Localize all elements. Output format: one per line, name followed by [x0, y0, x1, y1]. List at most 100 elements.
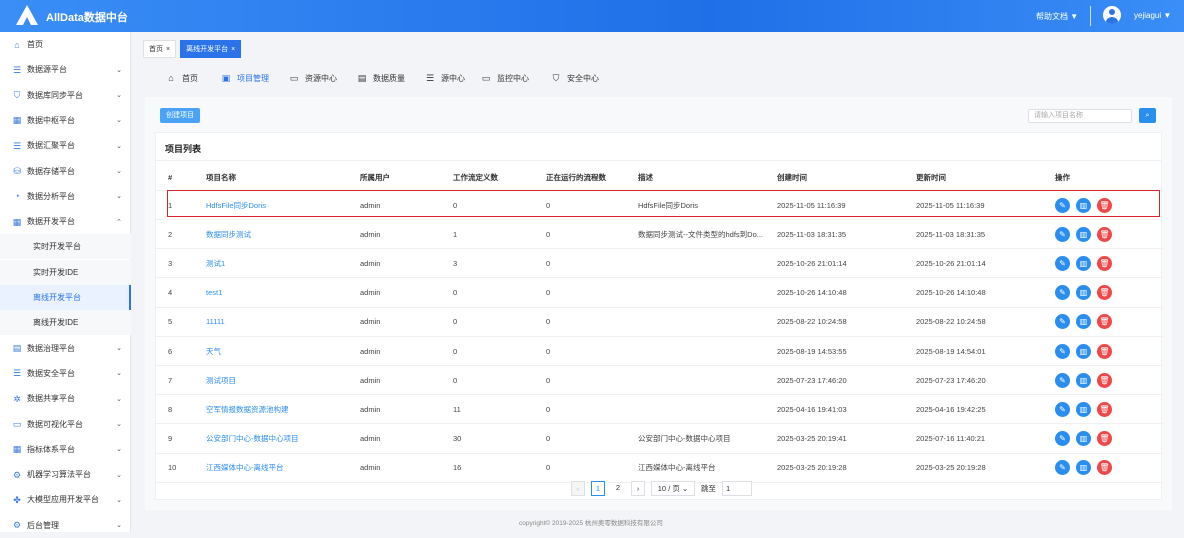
- edit-icon[interactable]: ✎: [1055, 227, 1070, 242]
- delete-icon[interactable]: 🗑: [1097, 460, 1112, 475]
- tag-label: 离线开发平台: [186, 44, 228, 54]
- sidebar-item[interactable]: ▦数据开发平台⌃: [0, 209, 131, 234]
- delete-icon[interactable]: 🗑: [1097, 402, 1112, 417]
- workflow-icon[interactable]: ▥: [1076, 373, 1091, 388]
- sidebar-item[interactable]: 离线开发平台: [0, 285, 131, 310]
- close-icon[interactable]: ×: [231, 46, 235, 53]
- delete-icon[interactable]: 🗑: [1097, 373, 1112, 388]
- project-name-link[interactable]: 测试项目: [206, 366, 236, 394]
- nav-tab[interactable]: ☰源中心: [425, 71, 481, 85]
- user-menu[interactable]: yejiagui ▼: [1134, 11, 1171, 20]
- chevron-icon: ⌄: [116, 344, 122, 352]
- table-cell: admin: [360, 454, 380, 482]
- edit-icon[interactable]: ✎: [1055, 344, 1070, 359]
- page-button[interactable]: 1: [591, 481, 605, 496]
- sidebar-item[interactable]: ⚙后台管理⌄: [0, 513, 131, 538]
- page-button[interactable]: 2: [611, 481, 625, 496]
- project-name-link[interactable]: 公安部门中心-数据中心项目: [206, 425, 299, 453]
- sidebar-item[interactable]: ⛁数据存储平台⌄: [0, 159, 131, 184]
- sidebar-item-label: 机器学习算法平台: [27, 469, 91, 480]
- sidebar-item[interactable]: ▤数据治理平台⌄: [0, 336, 131, 361]
- sidebar-item-label: 数据可视化平台: [27, 419, 83, 430]
- search-button[interactable]: ⌕: [1139, 108, 1156, 123]
- help-docs-menu[interactable]: 帮助文档 ▼: [1036, 11, 1078, 22]
- edit-icon[interactable]: ✎: [1055, 402, 1070, 417]
- create-project-button[interactable]: 创建项目: [160, 108, 200, 123]
- table-row: 9公安部门中心-数据中心项目admin300公安部门中心-数据中心项目2025-…: [156, 425, 1163, 454]
- project-name-link[interactable]: 测试1: [206, 249, 225, 277]
- table-row: 511111admin002025-08-22 10:24:582025-08-…: [156, 308, 1163, 337]
- edit-icon[interactable]: ✎: [1055, 314, 1070, 329]
- sidebar-item-label: 大模型应用开发平台: [27, 494, 99, 505]
- project-name-link[interactable]: 江西媒体中心-离线平台: [206, 454, 284, 482]
- table-cell: 2025-04-16 19:42:25: [916, 395, 986, 423]
- delete-icon[interactable]: 🗑: [1097, 344, 1112, 359]
- project-name-link[interactable]: 空军情报数据资源池构建: [206, 395, 289, 423]
- sidebar-item[interactable]: 实时开发IDE: [0, 260, 131, 285]
- nav-tab[interactable]: ▤数据质量: [357, 71, 425, 85]
- project-search-input[interactable]: 请输入项目名称: [1028, 109, 1132, 123]
- sidebar-item[interactable]: ✲数据共享平台⌄: [0, 386, 131, 411]
- workflow-icon[interactable]: ▥: [1076, 227, 1091, 242]
- nav-icon: ▣: [221, 73, 231, 84]
- nav-tab[interactable]: ⌂首页: [166, 71, 221, 85]
- sidebar-item[interactable]: ◔数据分析平台⌄: [0, 184, 131, 209]
- nav-tab[interactable]: ▣项目管理: [221, 71, 289, 85]
- edit-icon[interactable]: ✎: [1055, 256, 1070, 271]
- page-size-select[interactable]: 10 / 页 ⌄: [651, 481, 695, 496]
- avatar[interactable]: [1103, 6, 1121, 24]
- menu-icon: ▦: [12, 444, 22, 454]
- chevron-icon: ⌄: [116, 496, 122, 504]
- table-cell: 0: [546, 249, 550, 277]
- sidebar-item[interactable]: ⛉数据库同步平台⌄: [0, 83, 131, 108]
- delete-icon[interactable]: 🗑: [1097, 227, 1112, 242]
- jump-input[interactable]: 1: [722, 481, 752, 496]
- sidebar-item[interactable]: ▭数据可视化平台⌄: [0, 412, 131, 437]
- workflow-icon[interactable]: ▥: [1076, 344, 1091, 359]
- project-name-link[interactable]: test1: [206, 279, 222, 307]
- sidebar-item[interactable]: ☰数据汇聚平台⌄: [0, 133, 131, 158]
- project-name-link[interactable]: 数据同步测试: [206, 220, 251, 248]
- delete-icon[interactable]: 🗑: [1097, 314, 1112, 329]
- tag-1[interactable]: 离线开发平台×: [180, 40, 241, 58]
- menu-icon: ⛁: [12, 166, 22, 176]
- edit-icon[interactable]: ✎: [1055, 285, 1070, 300]
- chevron-icon: ⌄: [116, 369, 122, 377]
- edit-icon[interactable]: ✎: [1055, 460, 1070, 475]
- nav-tab-label: 安全中心: [567, 73, 599, 84]
- sidebar-item[interactable]: ▦数据中枢平台⌄: [0, 108, 131, 133]
- workflow-icon[interactable]: ▥: [1076, 402, 1091, 417]
- workflow-icon[interactable]: ▥: [1076, 285, 1091, 300]
- sidebar-item[interactable]: ☰数据安全平台⌄: [0, 361, 131, 386]
- card-title: 项目列表: [165, 142, 201, 155]
- next-page-button[interactable]: ›: [631, 481, 645, 496]
- sidebar-item[interactable]: 离线开发IDE: [0, 310, 131, 335]
- edit-icon[interactable]: ✎: [1055, 373, 1070, 388]
- delete-icon[interactable]: 🗑: [1097, 431, 1112, 446]
- nav-tab[interactable]: ▭监控中心: [481, 71, 551, 85]
- delete-icon[interactable]: 🗑: [1097, 285, 1112, 300]
- project-name-link[interactable]: 天气: [206, 337, 221, 365]
- nav-tab[interactable]: ⛉安全中心: [551, 71, 611, 85]
- workflow-icon[interactable]: ▥: [1076, 460, 1091, 475]
- tag-0[interactable]: 首页×: [143, 40, 176, 58]
- edit-icon[interactable]: ✎: [1055, 431, 1070, 446]
- sidebar-item[interactable]: 实时开发平台: [0, 234, 131, 259]
- sidebar-item[interactable]: ✤大模型应用开发平台⌄: [0, 487, 131, 512]
- workflow-icon[interactable]: ▥: [1076, 314, 1091, 329]
- workflow-icon[interactable]: ▥: [1076, 256, 1091, 271]
- nav-tab[interactable]: ▭资源中心: [289, 71, 357, 85]
- table-cell: 2025-11-03 18:31:35: [916, 220, 985, 248]
- delete-icon[interactable]: 🗑: [1097, 256, 1112, 271]
- workflow-icon[interactable]: ▥: [1076, 431, 1091, 446]
- sidebar-item[interactable]: ⌂首页: [0, 32, 131, 57]
- prev-page-button[interactable]: ‹: [571, 481, 585, 496]
- sidebar-item[interactable]: ▦指标体系平台⌄: [0, 437, 131, 462]
- close-icon[interactable]: ×: [166, 46, 170, 53]
- table-cell: 0: [453, 337, 457, 365]
- menu-icon: ▭: [12, 419, 22, 429]
- sidebar-item[interactable]: ☰数据源平台⌄: [0, 57, 131, 82]
- project-name-link[interactable]: 11111: [206, 308, 225, 336]
- table-cell: 3: [168, 249, 172, 277]
- sidebar-item[interactable]: ⚙机器学习算法平台⌄: [0, 462, 131, 487]
